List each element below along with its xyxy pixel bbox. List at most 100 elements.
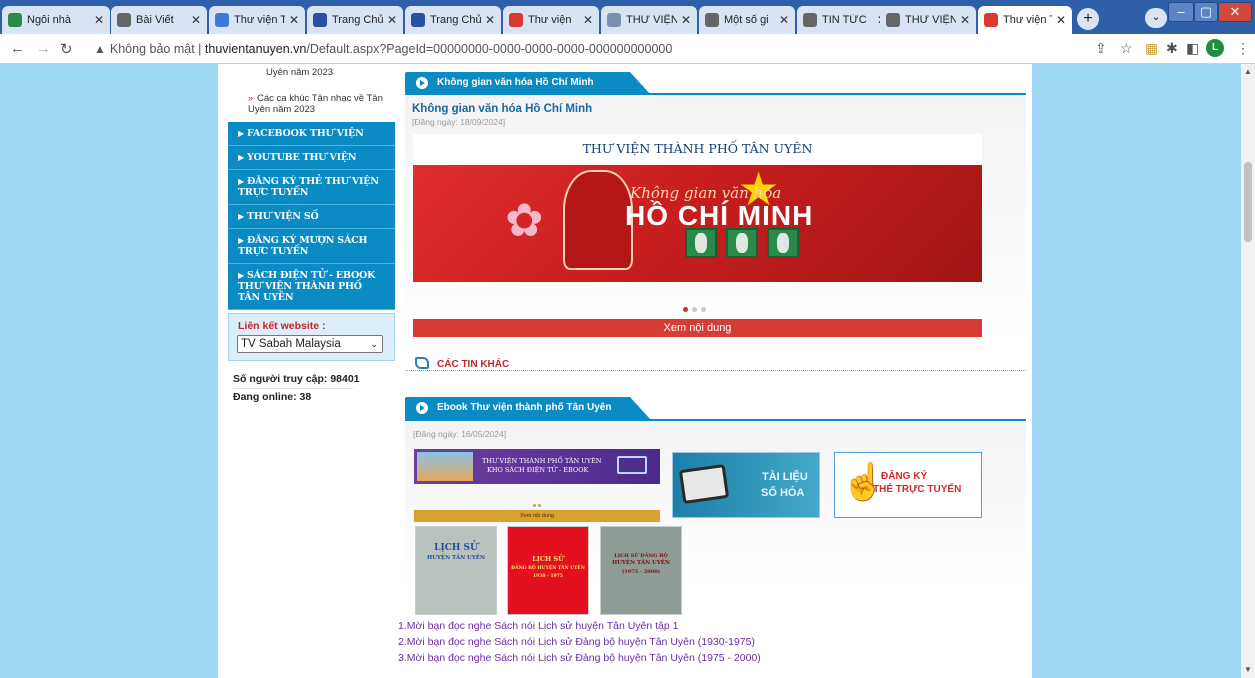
browser-tab[interactable]: Trang Chủ ✕ (307, 6, 403, 34)
play-circle-icon (416, 77, 428, 89)
website-links-select[interactable]: TV Sabah Malaysia ⌄ (237, 335, 383, 353)
section-header-line (405, 93, 1026, 95)
profile-avatar[interactable]: L (1206, 39, 1224, 57)
scroll-down-arrow-icon[interactable]: ▼ (1244, 665, 1252, 674)
carousel-dots[interactable] (683, 299, 710, 317)
caret-right-icon: ▶ (238, 235, 244, 245)
tab-strip: Ngôi nhà ✕ Bài Viết ✕ Thư viện T ✕ Trang Ch… (0, 0, 1255, 34)
page-scrollbar[interactable]: ▲ ▼ (1241, 64, 1255, 678)
menu-item-digital-library[interactable]: ▶ THƯ VIỆN SỐ (228, 205, 395, 229)
carousel-dot[interactable] (701, 307, 706, 312)
browser-tab[interactable]: THƯ VIỆN ✕ (880, 6, 976, 34)
maximize-button[interactable]: ▢ (1194, 2, 1218, 22)
security-label: Không bảo mật (109, 42, 195, 56)
tab-favicon-icon (313, 13, 327, 27)
tab-favicon-icon (984, 13, 998, 27)
tab-close-icon[interactable]: ✕ (1056, 13, 1066, 27)
chevron-down-icon: ⌄ (370, 339, 378, 349)
banner-heading: THƯ VIỆN THÀNH PHỐ TÂN UYÊN (413, 134, 982, 165)
carousel-dot[interactable] (533, 504, 536, 507)
carousel-dot[interactable] (692, 307, 697, 312)
divider (405, 370, 1026, 371)
portrait-silhouette (563, 170, 633, 270)
reload-icon[interactable]: ↻ (60, 40, 73, 58)
new-tab-button[interactable]: + (1077, 8, 1099, 30)
tab-close-icon[interactable]: ✕ (583, 13, 593, 27)
warning-triangle-icon: ▲ (94, 42, 106, 56)
tab-close-icon[interactable]: ✕ (387, 13, 397, 27)
book-cover-image (767, 228, 799, 258)
ebook-banner[interactable]: THƯ VIỆN THÀNH PHỐ TÂN UYÊN KHO SÁCH ĐIỆ… (414, 449, 660, 484)
tab-close-icon[interactable]: ✕ (960, 13, 970, 27)
book-cover-image (726, 228, 758, 258)
scroll-up-arrow-icon[interactable]: ▲ (1244, 67, 1252, 76)
tab-close-icon[interactable]: ✕ (289, 13, 299, 27)
browser-tab[interactable]: Thư viện ✕ (503, 6, 599, 34)
caret-right-icon: ▶ (238, 270, 244, 280)
tab-favicon-icon (509, 13, 523, 27)
browser-tab[interactable]: Thư viện T ✕ (209, 6, 305, 34)
browser-tab-active[interactable]: Thư viện T ✕ (978, 6, 1072, 34)
book-cover[interactable]: LỊCH SỬ ĐẢNG BỘ HUYỆN TÂN UYÊN (1975 - 2… (600, 526, 682, 615)
side-panel-icon[interactable]: ◧ (1186, 40, 1199, 57)
tab-close-icon[interactable]: ✕ (191, 13, 201, 27)
sidebar-menu: ▶ FACEBOOK THƯ VIỆN ▶ YOUTUBE THƯ VIỆN ▶ ĐĂ… (228, 122, 395, 310)
book-icon (415, 357, 429, 369)
website-links-box: Liên kết website : TV Sabah Malaysia ⌄ (228, 313, 395, 361)
sidebar-top: Uyên năm 2023 » Các ca khúc Tân nhạc về T… (228, 64, 385, 124)
section-header: Ebook Thư viện thành phố Tân Uyên (405, 397, 650, 419)
online-card-banner[interactable]: ☝ ĐĂNG KÝ THẺ TRỰC TUYẾN (834, 452, 982, 518)
digitized-docs-banner[interactable]: TÀI LIỆU SỐ HÓA (672, 452, 820, 518)
carousel-dot[interactable] (683, 307, 688, 312)
tab-search-button[interactable]: ⌄ (1145, 8, 1167, 28)
scrollbar-thumb[interactable] (1244, 162, 1252, 242)
article-date: [Đăng ngày: 16/05/2024] (413, 429, 507, 439)
menu-item-borrow-books[interactable]: ▶ ĐĂNG KÝ MƯỢN SÁCH TRỰC TUYẾN (228, 229, 395, 264)
back-arrow-icon[interactable]: ← (10, 40, 25, 57)
tab-close-icon[interactable]: ✕ (485, 13, 495, 27)
close-window-button[interactable]: ✕ (1218, 2, 1252, 22)
menu-item-facebook[interactable]: ▶ FACEBOOK THƯ VIỆN (228, 122, 395, 146)
audiobook-link[interactable]: 1.Mời bạn đọc nghe Sách nói Lịch sử huyệ… (398, 620, 678, 632)
menu-item-ebook[interactable]: ▶ SÁCH ĐIỆN TỬ - EBOOK THƯ VIỆN THÀNH PHỐ… (228, 264, 395, 310)
book-cover-image (685, 228, 717, 258)
tab-close-icon[interactable]: ✕ (94, 13, 104, 27)
browser-tab[interactable]: Một số gi ✕ (699, 6, 795, 34)
browser-tab[interactable]: Bài Viết ✕ (111, 6, 207, 34)
other-news-link[interactable]: CÁC TIN KHÁC (415, 357, 509, 370)
menu-item-youtube[interactable]: ▶ YOUTUBE THƯ VIỆN (228, 146, 395, 170)
audiobook-link[interactable]: 2.Mời bạn đọc nghe Sách nói Lịch sử Đảng… (398, 636, 755, 648)
extension-calendar-icon[interactable]: ▦ (1145, 40, 1158, 57)
view-content-button-small[interactable]: Xem nội dung (414, 510, 660, 522)
banner-image[interactable]: THƯ VIỆN THÀNH PHỐ TÂN UYÊN ✿ ★ Không gi… (413, 134, 982, 282)
tablet-icon (678, 463, 730, 505)
browser-tab[interactable]: THƯ VIỆN ✕ (601, 6, 697, 34)
browser-tab[interactable]: Ngôi nhà ✕ (2, 6, 110, 34)
lotus-icon: ✿ (505, 194, 544, 246)
share-icon[interactable]: ⇪ (1095, 40, 1107, 57)
audiobook-link[interactable]: 3.Mời bạn đọc nghe Sách nói Lịch sử Đảng… (398, 652, 761, 664)
caret-right-icon: ▶ (238, 152, 244, 162)
browser-tab[interactable]: TIN TỨC✕ (797, 6, 893, 34)
book-cover[interactable]: LỊCH SỬ HUYỆN TÂN UYÊN (415, 526, 497, 615)
menu-item-register-card[interactable]: ▶ ĐĂNG KÝ THẺ THƯ VIỆN TRỰC TUYẾN (228, 170, 395, 205)
minimize-button[interactable]: – (1168, 2, 1194, 22)
bookmark-star-icon[interactable]: ☆ (1120, 40, 1133, 57)
visitor-count: Số người truy cập: 98401 (233, 373, 360, 385)
sidebar-text[interactable]: Uyên năm 2023 (266, 67, 333, 78)
browser-tab[interactable]: Trang Chủ ✕ (405, 6, 501, 34)
tab-favicon-icon (8, 13, 22, 27)
tab-favicon-icon (117, 13, 131, 27)
tab-close-icon[interactable]: ✕ (779, 13, 789, 27)
tab-close-icon[interactable]: ✕ (681, 13, 691, 27)
carousel-dot[interactable] (538, 504, 541, 507)
view-content-button[interactable]: Xem nội dung (413, 319, 982, 337)
extensions-puzzle-icon[interactable]: ✱ (1166, 40, 1178, 57)
forward-arrow-icon[interactable]: → (36, 40, 51, 57)
book-cover[interactable]: LỊCH SỬ ĐẢNG BỘ HUYỆN TÂN UYÊN 1930 - 19… (507, 526, 589, 615)
article-title[interactable]: Không gian văn hóa Hồ Chí Minh (412, 103, 592, 115)
browser-menu-icon[interactable]: ⋮ (1236, 40, 1250, 57)
caret-right-icon: ▶ (238, 176, 244, 186)
url-field[interactable]: ▲ Không bảo mật | thuvientanuyen.vn/Defau… (94, 39, 672, 59)
sidebar-song-link[interactable]: » Các ca khúc Tân nhạc về Tân Uyên năm 20… (248, 93, 383, 115)
